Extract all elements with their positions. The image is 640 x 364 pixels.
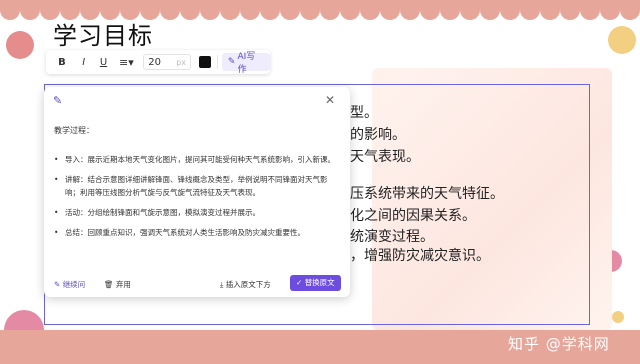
insert-below-icon: ⤓ — [220, 280, 224, 289]
discard-button[interactable]: 🗑 弃用 — [104, 279, 131, 290]
panel-footer: ✎ 继续问 🗑 弃用 ⤓ 插入原文下方 ✓ 替换原文 — [44, 275, 350, 293]
slide-text-line: 天气表现。 — [350, 149, 420, 165]
magic-wand-icon: ✎ — [53, 94, 63, 107]
list-item: 活动：分组绘制锋面和气旋示意图，模拟演变过程并展示。 — [54, 206, 342, 219]
slide-text-line: 统演变过程。 — [350, 229, 434, 245]
list-item: 导入：展示近期本地天气变化图片，提问其可能受何种天气系统影响，引入新课。 — [54, 153, 342, 166]
bold-button[interactable]: B — [50, 50, 74, 74]
list-item: 总结：回顾重点知识，强调天气系统对人类生活影响及防灾减灾重要性。 — [54, 226, 342, 239]
slide-text-line: ，增强防灾减灾意识。 — [350, 248, 490, 264]
italic-button[interactable]: I — [74, 50, 94, 74]
check-icon: ✓ — [296, 278, 303, 287]
panel-heading: 教学过程： — [54, 126, 94, 135]
trash-icon: 🗑 — [104, 280, 114, 289]
insert-below-button[interactable]: ⤓ 插入原文下方 — [220, 279, 271, 290]
close-icon[interactable]: ✕ — [325, 93, 335, 107]
font-size-unit: px — [176, 57, 186, 67]
font-size-input[interactable]: 20 px — [143, 54, 191, 70]
toolbar-divider — [216, 55, 218, 69]
continue-ask-label: 继续问 — [62, 280, 86, 289]
magic-wand-icon: ✎ — [227, 57, 236, 67]
font-size-value: 20 — [148, 56, 162, 68]
replace-original-button[interactable]: ✓ 替换原文 — [290, 275, 341, 291]
ai-writing-panel: ✎ ✕ 教学过程： 导入：展示近期本地天气变化图片，提问其可能受何种天气系统影响… — [44, 87, 350, 297]
align-left-icon[interactable]: ≡▾ — [114, 50, 140, 74]
decor-circle-yellow-small — [612, 311, 624, 323]
replace-original-label: 替换原文 — [304, 278, 335, 287]
insert-below-label: 插入原文下方 — [225, 280, 271, 289]
ai-write-button[interactable]: ✎ AI写作 — [221, 52, 270, 75]
text-color-swatch[interactable] — [199, 56, 211, 68]
magic-wand-icon: ✎ — [54, 280, 61, 289]
decor-circle-pink-left — [6, 31, 34, 59]
format-toolbar: B I U ≡▾ 20 px ✎ AI写作 — [46, 50, 270, 75]
slide-title[interactable]: 学习目标 — [53, 16, 153, 51]
discard-label: 弃用 — [115, 280, 131, 289]
slide-text-line: 压系统带来的天气特征。 — [350, 186, 504, 202]
decor-circle-yellow-right — [608, 26, 636, 54]
list-item: 讲解：结合示意图详细讲解锋面、锋线概念及类型，举例说明不同锋面对天气影响；利用等… — [54, 173, 342, 199]
ai-write-label: AI写作 — [237, 52, 256, 75]
generated-content-list: 导入：展示近期本地天气变化图片，提问其可能受何种天气系统影响，引入新课。 讲解：… — [54, 153, 342, 246]
slide-text-line: 的影响。 — [350, 127, 406, 143]
continue-ask-button[interactable]: ✎ 继续问 — [54, 279, 85, 290]
slide-text-line: 化之间的因果关系。 — [350, 208, 476, 224]
slide-text-line: 型。 — [350, 105, 378, 121]
underline-button[interactable]: U — [94, 50, 114, 74]
watermark-text: 知乎 @学科网 — [508, 335, 610, 353]
